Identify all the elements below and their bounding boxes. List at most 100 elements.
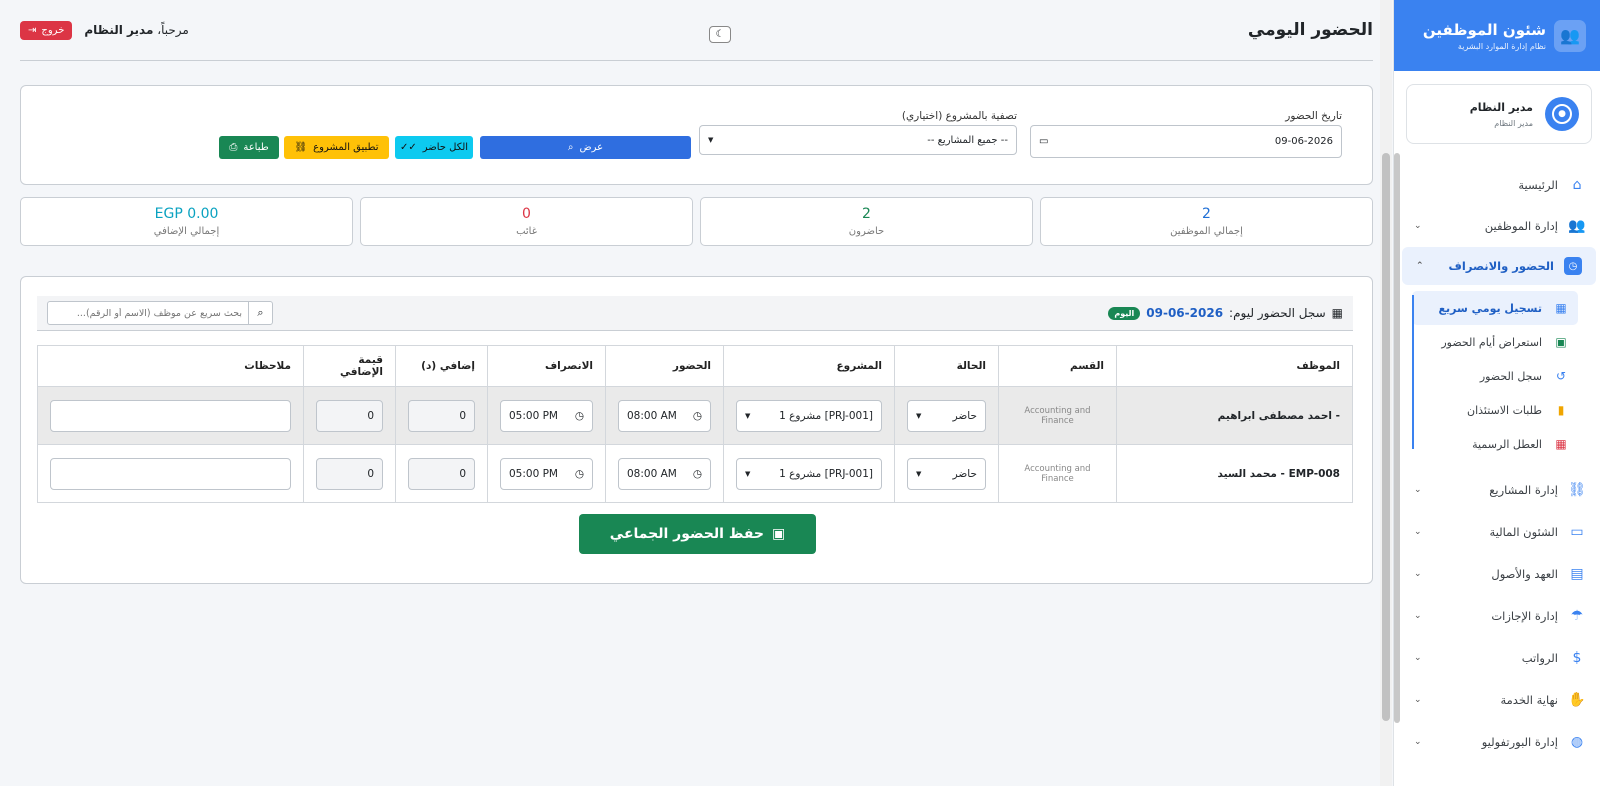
employee-search-input[interactable]	[48, 307, 248, 319]
filter-card: تاريخ الحضور 09-06-2026 ▭ تصفية بالمشروع…	[20, 85, 1373, 185]
submenu-item-review[interactable]: ▣ استعراض أيام الحضور	[1400, 325, 1578, 359]
submenu-item-label: طلبات الاستئذان	[1466, 403, 1542, 417]
sign-out-icon: ⇥	[28, 24, 37, 36]
sidebar-item-portfolio[interactable]: ◍ إدارة البورتفوليو ⌄	[1400, 721, 1600, 763]
boxes-icon: ▤	[1570, 566, 1584, 582]
calendar-alt-icon: ▦	[1331, 306, 1343, 320]
show-button[interactable]: عرض ⌕	[480, 136, 691, 159]
logout-label: خروج	[41, 24, 65, 36]
users-icon: 👥	[1568, 218, 1586, 234]
topbar: الحضور اليومي ☾ مرحباً، مدير النظام خروج…	[20, 0, 1373, 61]
sidebar-item-employees[interactable]: 👥 إدارة الموظفين ⌄	[1400, 205, 1600, 247]
attendance-table-card: ▦ سجل الحضور ليوم: 09-06-2026 اليوم ⌕ ال…	[20, 276, 1373, 584]
sidebar: 👥 شئون الموظفين نظام إدارة الموارد البشر…	[1393, 0, 1600, 786]
sidebar-item-finance[interactable]: ▭ الشئون المالية ⌄	[1400, 511, 1600, 553]
print-button[interactable]: طباعة ⎙	[219, 136, 279, 159]
sidebar-item-end-service[interactable]: ✋ نهاية الخدمة ⌄	[1400, 679, 1600, 721]
page-scrollbar-thumb[interactable]	[1382, 153, 1390, 721]
submenu-item-permissions[interactable]: ▮ طلبات الاستئذان	[1400, 393, 1578, 427]
check-in-cell: 08:00 AM ◷	[605, 386, 724, 445]
submenu-line	[1412, 295, 1414, 449]
attendance-table: الموظف القسم الحالة المشروع الحضور الانص…	[37, 345, 1353, 503]
check-out-input[interactable]: 05:00 PM ◷	[500, 457, 593, 490]
notes-input[interactable]	[50, 457, 291, 490]
sidebar-item-label: الرئيسية	[1518, 178, 1558, 192]
page-scrollbar[interactable]	[1380, 0, 1392, 786]
handshake-icon: ✋	[1568, 692, 1586, 708]
history-icon: ↺	[1555, 369, 1567, 383]
user-circle-icon: ●	[1552, 104, 1572, 124]
project-cell: [PRJ-001] مشروع 1 ▼	[723, 444, 895, 503]
all-present-button[interactable]: الكل حاضر ✓✓	[395, 136, 473, 159]
status-select[interactable]: حاضر ▼	[907, 399, 986, 432]
check-out-input[interactable]: 05:00 PM ◷	[500, 399, 593, 432]
chevron-down-icon: ⌄	[1414, 737, 1422, 747]
date-input[interactable]: 09-06-2026 ▭	[1030, 125, 1342, 158]
welcome-area: مرحباً، مدير النظام خروج ⇥	[20, 20, 189, 40]
notes-cell	[37, 444, 304, 503]
sidebar-item-attendance[interactable]: ◷ الحضور والانصراف ⌃	[1402, 247, 1596, 285]
sidebar-item-label: العهد والأصول	[1491, 567, 1558, 581]
table-title-text: سجل الحضور ليوم:	[1229, 306, 1326, 320]
clock-icon: ◷	[1564, 257, 1582, 275]
stat-overtime-value: EGP 0.00	[154, 206, 219, 222]
all-present-label: الكل حاضر	[422, 142, 469, 153]
overtime-input[interactable]: 0	[408, 457, 475, 490]
project-cell: [PRJ-001] مشروع 1 ▼	[723, 386, 895, 445]
user-card: ● مدير النظام مدير النظام	[1406, 84, 1592, 144]
stat-present-value: 2	[862, 206, 871, 222]
overtime-amount: 0	[367, 409, 374, 422]
user-name: مدير النظام	[1469, 100, 1533, 114]
overtime-input[interactable]: 0	[408, 399, 475, 432]
status-select[interactable]: حاضر ▼	[907, 457, 986, 490]
project-select[interactable]: -- جميع المشاريع -- ▼	[699, 125, 1017, 155]
check-in-input[interactable]: 08:00 AM ◷	[618, 399, 711, 432]
submenu-item-holidays[interactable]: ▦ العطل الرسمية	[1400, 427, 1578, 461]
col-check-in: الحضور	[605, 345, 724, 387]
col-status: الحالة	[894, 345, 999, 387]
table-date: 09-06-2026	[1146, 306, 1224, 320]
table-title: ▦ سجل الحضور ليوم: 09-06-2026 اليوم	[1108, 306, 1343, 320]
check-in-input[interactable]: 08:00 AM ◷	[618, 457, 711, 490]
chevron-down-icon: ⌄	[1414, 695, 1422, 705]
project-row-select[interactable]: [PRJ-001] مشروع 1 ▼	[736, 457, 882, 490]
col-notes: ملاحظات	[37, 345, 304, 387]
submenu-item-log[interactable]: ↺ سجل الحضور	[1400, 359, 1578, 393]
col-employee: الموظف	[1116, 345, 1353, 387]
project-filter-label: تصفية بالمشروع (اختياري)	[901, 110, 1017, 122]
moon-icon[interactable]: ☾	[709, 26, 731, 43]
save-attendance-button[interactable]: ▣ حفظ الحضور الجماعي	[579, 514, 816, 554]
welcome-user: مدير النظام	[84, 23, 154, 37]
chevron-down-icon: ▼	[916, 469, 922, 478]
sidebar-item-salaries[interactable]: $ الرواتب ⌄	[1400, 637, 1600, 679]
clock-icon: ◷	[692, 467, 702, 480]
save-icon: ▣	[771, 526, 786, 542]
calendar-icon: ▭	[1039, 136, 1049, 147]
apply-project-button[interactable]: تطبيق المشروع ⛓	[284, 136, 389, 159]
search-icon[interactable]: ⌕	[248, 301, 272, 325]
project-filter-group: تصفية بالمشروع (اختياري) -- جميع المشاري…	[699, 110, 1017, 155]
date-label: تاريخ الحضور	[1285, 110, 1342, 122]
stat-total: 2 إجمالي الموظفين	[1040, 197, 1373, 246]
employee-dept: Accounting and Finance	[998, 444, 1117, 503]
sidebar-item-assets[interactable]: ▤ العهد والأصول ⌄	[1400, 553, 1600, 595]
chevron-up-icon: ⌃	[1416, 261, 1424, 271]
search-icon: ⌕	[567, 142, 574, 153]
project-row-select[interactable]: [PRJ-001] مشروع 1 ▼	[736, 399, 882, 432]
notes-input[interactable]	[50, 399, 291, 432]
sidebar-item-home[interactable]: ⌂ الرئيسية	[1400, 165, 1600, 205]
logout-button[interactable]: خروج ⇥	[20, 20, 73, 40]
brand-header: 👥 شئون الموظفين نظام إدارة الموارد البشر…	[1394, 0, 1600, 71]
chevron-down-icon: ⌄	[1414, 485, 1422, 495]
submenu-item-label: العطل الرسمية	[1472, 437, 1542, 451]
status-value: حاضر	[952, 409, 977, 422]
door-icon: ▮	[1557, 403, 1565, 417]
submenu-item-quick[interactable]: ▦ تسجيل يومي سريع	[1412, 291, 1578, 325]
overtime-value-input[interactable]: 0	[316, 457, 383, 490]
submenu-item-label: استعراض أيام الحضور	[1441, 335, 1542, 349]
sidebar-item-projects[interactable]: ⛓ إدارة المشاريع ⌄	[1400, 469, 1600, 511]
sidebar-item-leaves[interactable]: ☂ إدارة الإجازات ⌄	[1400, 595, 1600, 637]
overtime-value-input[interactable]: 0	[316, 399, 383, 432]
employee-search: ⌕	[47, 301, 273, 325]
avatar: ●	[1545, 97, 1579, 131]
